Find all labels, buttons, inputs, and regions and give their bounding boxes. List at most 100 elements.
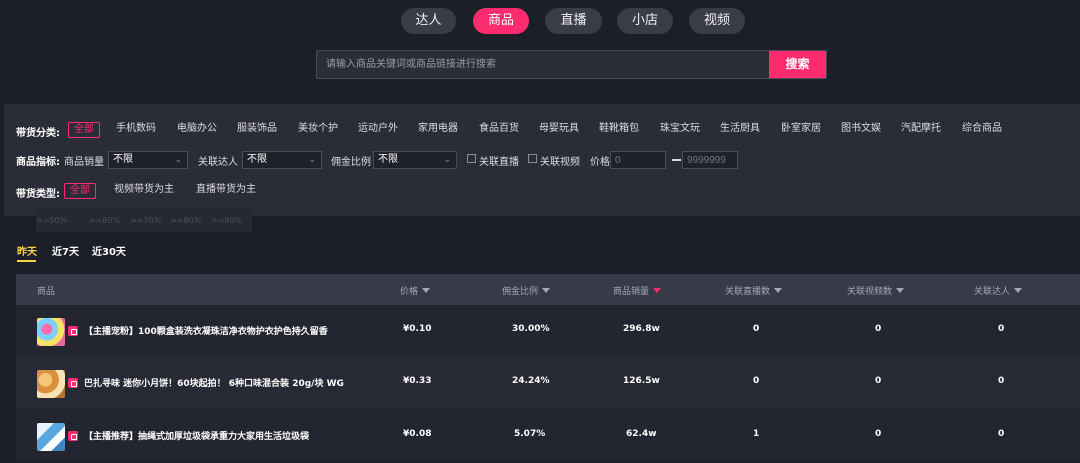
- category-filter-row: 带货分类: 全部 手机数码 电脑办公 服装饰品 美妆个护 运动户外 家用电器 食…: [16, 122, 1076, 140]
- search-button[interactable]: 搜索: [769, 51, 826, 78]
- price-range-dash: [672, 159, 681, 161]
- category-option[interactable]: 综合商品: [962, 122, 1002, 138]
- category-option[interactable]: 母婴玩具: [539, 122, 579, 138]
- price-label: 价格: [590, 157, 610, 168]
- metrics-label: 商品指标:: [16, 157, 60, 168]
- tab-video[interactable]: 视频: [689, 8, 745, 34]
- category-option[interactable]: 卧室家居: [781, 122, 821, 138]
- product-thumbnail[interactable]: [37, 370, 65, 398]
- live-checkbox-label: 关联直播: [479, 157, 519, 168]
- video-count-cell: 0: [875, 429, 882, 439]
- video-count-cell: 0: [875, 376, 882, 386]
- tab-product[interactable]: 商品: [473, 8, 529, 34]
- category-option[interactable]: 图书文娱: [841, 122, 881, 138]
- table-header: 商品 价格 佣金比例 商品销量 关联直播数 关联视频数 关联达人: [16, 274, 1080, 305]
- period-tab-7d[interactable]: 近7天: [52, 243, 79, 258]
- category-option[interactable]: 生活厨具: [720, 122, 760, 138]
- price-cell: ¥0.08: [403, 429, 432, 439]
- ghost-option: >=70%: [130, 216, 162, 225]
- column-header-product: 商品: [37, 287, 56, 297]
- tab-shop[interactable]: 小店: [617, 8, 673, 34]
- live-checkbox[interactable]: [467, 154, 476, 163]
- category-option[interactable]: 美妆个护: [298, 122, 338, 138]
- filter-panel: 带货分类: 全部 手机数码 电脑办公 服装饰品 美妆个护 运动户外 家用电器 食…: [4, 104, 1080, 216]
- influencer-count-cell: 0: [998, 429, 1005, 439]
- influencer-select-value: 不限: [247, 154, 267, 165]
- influencer-label: 关联达人: [198, 157, 238, 168]
- sort-down-icon: [1014, 288, 1023, 293]
- column-header-live-count[interactable]: 关联直播数: [725, 284, 783, 297]
- type-option-all[interactable]: 全部: [64, 183, 96, 199]
- commission-cell: 30.00%: [512, 324, 550, 334]
- category-option[interactable]: 家用电器: [418, 122, 458, 138]
- sales-cell: 126.5w: [623, 376, 660, 386]
- period-tab-30d[interactable]: 近30天: [92, 243, 126, 258]
- column-header-price[interactable]: 价格: [400, 284, 431, 297]
- table-row[interactable]: 巴扎寻味 迷你小月饼！60块起拍！ 6种口味混合装 20g/块 WG ¥0.33…: [16, 357, 1080, 409]
- column-header-sales[interactable]: 商品销量: [613, 284, 662, 297]
- price-max-input[interactable]: [682, 151, 738, 169]
- category-option-all[interactable]: 全部: [68, 122, 100, 138]
- chevron-down-icon: ⌄: [443, 155, 451, 165]
- category-option[interactable]: 手机数码: [116, 122, 156, 138]
- sort-down-icon: [422, 288, 431, 293]
- sales-label: 商品销量: [64, 157, 104, 168]
- sort-down-icon: [774, 288, 783, 293]
- tab-influencer[interactable]: 达人: [401, 8, 456, 34]
- sort-active-icon: [653, 288, 662, 293]
- chevron-down-icon: ⌄: [174, 155, 182, 165]
- type-option-video[interactable]: 视频带货为主: [114, 183, 174, 199]
- commission-label: 佣金比例: [331, 157, 371, 168]
- tab-live[interactable]: 直播: [545, 8, 602, 34]
- column-header-video-count[interactable]: 关联视频数: [847, 284, 905, 297]
- period-tab-underline: [17, 260, 36, 262]
- product-name[interactable]: 【主播宠粉】100颗盒装洗衣凝珠洁净衣物护衣护色持久留香: [84, 324, 328, 337]
- sales-cell: 62.4w: [626, 429, 657, 439]
- commission-select-value: 不限: [378, 154, 398, 165]
- product-thumbnail[interactable]: [37, 318, 65, 346]
- sales-select-value: 不限: [113, 154, 133, 165]
- price-cell: ¥0.33: [403, 376, 432, 386]
- product-name[interactable]: 巴扎寻味 迷你小月饼！60块起拍！ 6种口味混合装 20g/块 WG: [84, 376, 344, 389]
- table-row[interactable]: 【主播推荐】抽绳式加厚垃圾袋承重力大家用生活垃圾袋 ¥0.08 5.07% 62…: [16, 410, 1080, 462]
- ghost-option: >=50%: [36, 216, 68, 225]
- sales-select[interactable]: 不限 ⌄: [108, 151, 188, 169]
- category-option[interactable]: 运动户外: [358, 122, 398, 138]
- type-label: 带货类型:: [16, 189, 60, 200]
- table-row[interactable]: 【主播宠粉】100颗盒装洗衣凝珠洁净衣物护衣护色持久留香 ¥0.10 30.00…: [16, 305, 1080, 357]
- type-filter-row: 带货类型: 全部 视频带货为主 直播带货为主: [16, 183, 416, 201]
- chevron-down-icon: ⌄: [308, 155, 316, 165]
- category-option[interactable]: 鞋靴箱包: [599, 122, 639, 138]
- commission-cell: 24.24%: [512, 376, 550, 386]
- commission-select[interactable]: 不限 ⌄: [373, 151, 457, 169]
- search-bar: 搜索: [316, 50, 827, 79]
- metrics-filter-row: 商品指标: 商品销量 不限 ⌄ 关联达人 不限 ⌄ 佣金比例 不限 ⌄ 关联直播…: [16, 151, 1076, 169]
- ghost-option: >=90%: [211, 216, 243, 225]
- live-count-cell: 0: [753, 324, 760, 334]
- category-label: 带货分类:: [16, 128, 60, 139]
- product-name[interactable]: 【主播推荐】抽绳式加厚垃圾袋承重力大家用生活垃圾袋: [84, 429, 309, 442]
- category-option[interactable]: 服装饰品: [237, 122, 277, 138]
- type-option-live[interactable]: 直播带货为主: [196, 183, 256, 199]
- ghost-option: >=80%: [170, 216, 202, 225]
- influencer-select[interactable]: 不限 ⌄: [242, 151, 322, 169]
- price-cell: ¥0.10: [403, 324, 432, 334]
- product-tag-icon: [68, 431, 78, 441]
- column-header-influencers[interactable]: 关联达人: [974, 284, 1023, 297]
- search-input[interactable]: [317, 51, 769, 78]
- sort-down-icon: [542, 288, 551, 293]
- category-option[interactable]: 珠宝文玩: [660, 122, 700, 138]
- category-option[interactable]: 电脑办公: [177, 122, 217, 138]
- product-tag-icon: [68, 378, 78, 388]
- video-checkbox[interactable]: [528, 154, 537, 163]
- category-option[interactable]: 食品百货: [479, 122, 519, 138]
- influencer-count-cell: 0: [998, 324, 1005, 334]
- category-option[interactable]: 汽配摩托: [901, 122, 941, 138]
- top-nav: 达人 商品 直播 小店 视频: [0, 8, 1080, 34]
- commission-cell: 5.07%: [514, 429, 546, 439]
- product-thumbnail[interactable]: [37, 423, 65, 451]
- column-header-commission[interactable]: 佣金比例: [502, 284, 551, 297]
- video-count-cell: 0: [875, 324, 882, 334]
- price-min-input[interactable]: [610, 151, 666, 169]
- period-tab-yesterday[interactable]: 昨天: [17, 243, 37, 258]
